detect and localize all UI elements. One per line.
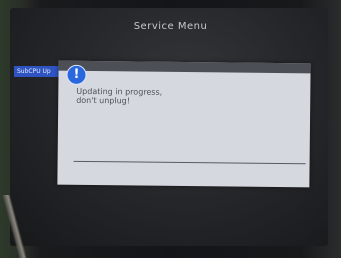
dialog-titlebar bbox=[58, 60, 311, 74]
update-dialog: ! Updating in progress, don't unplug! bbox=[57, 60, 311, 188]
progress-bar bbox=[73, 160, 306, 165]
cable bbox=[0, 195, 30, 258]
info-icon: ! bbox=[66, 64, 87, 85]
dialog-message: Updating in progress, don't unplug! bbox=[76, 87, 162, 106]
page-title: Service Menu bbox=[133, 21, 208, 32]
sidebar-item-subcpu-update[interactable]: SubCPU Up bbox=[14, 66, 63, 77]
message-line-2: don't unplug! bbox=[76, 95, 131, 106]
